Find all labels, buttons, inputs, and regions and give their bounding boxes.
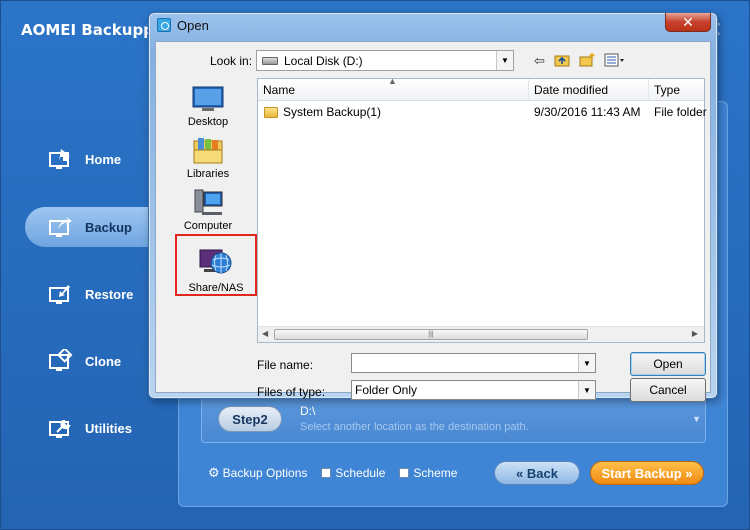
schedule-checkbox-box[interactable] bbox=[321, 468, 332, 478]
cancel-button[interactable]: Cancel bbox=[630, 378, 706, 402]
computer-icon bbox=[194, 189, 223, 215]
libraries-icon bbox=[193, 138, 223, 164]
place-label: Share/NAS bbox=[188, 282, 244, 294]
open-dialog: Open ✕ Look in: Local Disk (D:) ▼ ⇦ Desk… bbox=[148, 12, 718, 402]
sidebar-item-utilities[interactable]: Utilities bbox=[25, 408, 165, 448]
scrollbar-thumb[interactable]: ||| bbox=[274, 329, 588, 340]
place-libraries[interactable]: Libraries bbox=[162, 130, 254, 180]
look-in-value: Local Disk (D:) bbox=[284, 53, 363, 68]
sort-ascending-icon: ▲ bbox=[388, 76, 397, 86]
network-globe-icon bbox=[199, 249, 232, 274]
look-in-dropdown[interactable]: Local Disk (D:) ▼ bbox=[256, 50, 514, 71]
files-of-type-value: Folder Only bbox=[355, 383, 418, 397]
row-name-cell: System Backup(1) bbox=[264, 102, 381, 122]
place-computer[interactable]: Computer bbox=[162, 182, 254, 232]
footer-options: ⚙ Backup Options Schedule Scheme bbox=[208, 463, 471, 483]
place-label: Computer bbox=[183, 220, 233, 232]
home-icon bbox=[47, 146, 75, 172]
utilities-icon bbox=[47, 415, 75, 441]
column-header-name[interactable]: Name ▲ bbox=[258, 76, 529, 101]
places-bar: Desktop Libraries Computer Share/NAS bbox=[162, 78, 257, 328]
step2-destination-box[interactable]: Step2 D:\ Select another location as the… bbox=[201, 395, 706, 443]
scroll-right-icon[interactable]: ▶ bbox=[692, 329, 698, 338]
destination-hint: Select another location as the destinati… bbox=[300, 421, 529, 433]
start-backup-button[interactable]: Start Backup » bbox=[590, 461, 704, 485]
sidebar-item-label: Utilities bbox=[85, 420, 132, 436]
file-list-header: Name ▲ Date modified Type bbox=[258, 76, 704, 101]
chevron-down-icon[interactable]: ▼ bbox=[692, 414, 701, 424]
file-name-input[interactable]: ▼ bbox=[351, 353, 596, 373]
row-date: 9/30/2016 11:43 AM bbox=[534, 105, 641, 119]
open-button[interactable]: Open bbox=[630, 352, 706, 376]
back-button[interactable]: « Back bbox=[494, 461, 580, 485]
column-label: Name bbox=[263, 83, 296, 97]
place-share-nas[interactable]: Share/NAS bbox=[175, 234, 257, 296]
up-folder-icon[interactable] bbox=[554, 53, 570, 70]
look-in-label: Look in: bbox=[210, 54, 253, 68]
column-header-type[interactable]: Type bbox=[649, 79, 704, 101]
files-of-type-label: Files of type: bbox=[257, 385, 326, 399]
dialog-close-button[interactable]: ✕ bbox=[665, 13, 711, 32]
dialog-app-icon bbox=[157, 18, 171, 32]
row-type: File folder bbox=[654, 105, 707, 119]
backup-options-label: Backup Options bbox=[222, 466, 308, 480]
scroll-left-icon[interactable]: ◀ bbox=[262, 329, 268, 338]
view-menu-icon[interactable] bbox=[604, 53, 626, 70]
schedule-checkbox[interactable]: Schedule bbox=[321, 466, 385, 480]
schedule-label: Schedule bbox=[335, 466, 386, 480]
sidebar-item-clone[interactable]: Clone bbox=[25, 341, 165, 381]
sidebar-item-label: Home bbox=[85, 151, 122, 167]
column-label: Type bbox=[654, 83, 681, 97]
place-label: Libraries bbox=[186, 168, 230, 180]
restore-icon bbox=[47, 281, 75, 307]
clone-icon bbox=[47, 348, 75, 374]
column-header-date-modified[interactable]: Date modified bbox=[529, 79, 649, 101]
sidebar-item-label: Restore bbox=[85, 286, 134, 302]
sidebar-item-label: Clone bbox=[85, 353, 122, 369]
row-name: System Backup(1) bbox=[283, 105, 382, 119]
backup-options-link[interactable]: ⚙ Backup Options bbox=[208, 465, 307, 481]
backup-icon bbox=[47, 214, 75, 240]
chevron-down-icon[interactable]: ▼ bbox=[578, 381, 595, 399]
chevron-down-icon[interactable]: ▼ bbox=[496, 51, 513, 70]
back-arrow-icon[interactable]: ⇦ bbox=[534, 53, 545, 69]
dialog-toolbar: ⇦ bbox=[534, 51, 635, 71]
scheme-checkbox[interactable]: Scheme bbox=[399, 466, 457, 480]
sidebar-item-backup[interactable]: Backup bbox=[25, 207, 165, 247]
drive-icon bbox=[262, 56, 278, 65]
place-label: Desktop bbox=[187, 116, 229, 128]
step2-badge: Step2 bbox=[218, 406, 282, 432]
folder-icon bbox=[264, 106, 278, 118]
dialog-title: Open bbox=[177, 18, 209, 33]
file-list[interactable]: Name ▲ Date modified Type System Backup(… bbox=[257, 76, 707, 343]
new-folder-icon[interactable] bbox=[579, 52, 595, 70]
desktop-icon bbox=[192, 86, 224, 111]
column-label: Date modified bbox=[534, 83, 609, 97]
gear-icon: ⚙ bbox=[208, 465, 220, 480]
destination-path: D:\ bbox=[300, 404, 316, 418]
horizontal-scrollbar[interactable]: ◀ ||| ▶ bbox=[258, 326, 704, 342]
file-name-label: File name: bbox=[257, 358, 314, 372]
table-row[interactable]: System Backup(1) 9/30/2016 11:43 AM File… bbox=[258, 102, 707, 122]
dialog-body: Look in: Local Disk (D:) ▼ ⇦ Desktop Lib… bbox=[155, 41, 711, 402]
sidebar-item-restore[interactable]: Restore bbox=[25, 274, 165, 314]
place-desktop[interactable]: Desktop bbox=[162, 78, 254, 128]
scheme-label: Scheme bbox=[413, 466, 458, 480]
sidebar-item-label: Backup bbox=[85, 219, 132, 235]
files-of-type-dropdown[interactable]: Folder Only ▼ bbox=[351, 380, 596, 400]
scheme-checkbox-box[interactable] bbox=[399, 468, 410, 478]
sidebar-item-home[interactable]: Home bbox=[25, 139, 165, 179]
chevron-down-icon[interactable]: ▼ bbox=[578, 354, 595, 372]
